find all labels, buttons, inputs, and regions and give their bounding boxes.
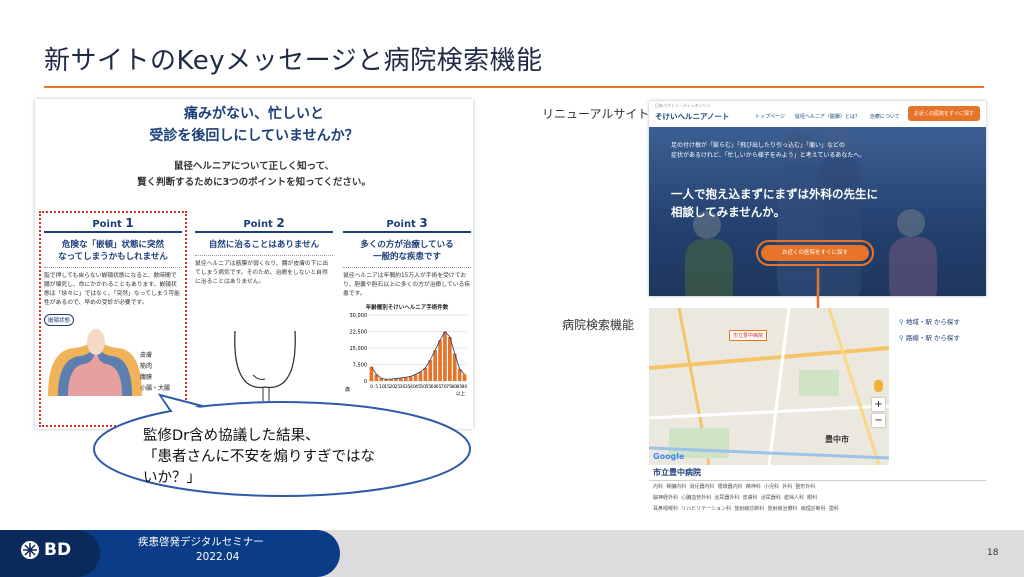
age-chart: 30,00022,50015,0007,50000 5 10 15 20 25 30 35 40… [345, 313, 468, 397]
hospital-map[interactable]: 市立豊中病院 豊中市 Google + − [649, 308, 889, 465]
zoom-out-button[interactable]: − [872, 414, 885, 427]
point-2-body: 鼠径ヘルニアは筋膜が弱くなり、腸が皮膚の下に出てしまう病気です。そのため、治療を… [195, 261, 329, 285]
site-header: 日本ベクトン・ディッキンソン そけいヘルニアノート トップページ 鼠径ヘルニア（… [649, 101, 986, 127]
train-icon: ⚲ [899, 334, 904, 342]
age-bar [428, 360, 433, 381]
bd-logo-text: BD [44, 540, 72, 560]
dept-row-2: 脳神経外科 心臓血管外科 泌尿器外科 皮膚科 泌尿器科 産婦人科 眼科 [653, 495, 818, 501]
search-option-line[interactable]: ⚲ 路線・駅 から探す [899, 330, 960, 346]
y-tick-label: 0 [364, 379, 367, 385]
map-city-label: 豊中市 [825, 435, 849, 444]
pegman-icon[interactable] [874, 380, 883, 392]
pin-icon: ⚲ [899, 318, 904, 326]
x-tick-label: 90 [462, 384, 468, 390]
site-nav: トップページ 鼠径ヘルニア（脱腸）とは？ 治療について [755, 113, 900, 120]
nav-treatment[interactable]: 治療について [870, 113, 900, 120]
y-tick-label: 30,000 [350, 313, 368, 319]
search-options: ⚲ 地域・駅 から探す ⚲ 路線・駅 から探す [899, 314, 960, 346]
bd-logo: BD [20, 540, 71, 560]
site-logo[interactable]: そけいヘルニアノート [655, 111, 729, 122]
dept-row-3: 耳鼻咽喉科 リハビリテーション科 放射線診断科 放射線治療科 病理診断科 歯科 [653, 506, 839, 512]
hospital-info-card: 市立豊中病院 内科 腎臓内科 消化器内科 循環器内科 精神科 小児科 外科 整形… [649, 465, 986, 519]
header-cta-button[interactable]: お近くの医院をすぐに探す [907, 106, 980, 121]
map-station-pin[interactable]: 市立豊中病院 [729, 330, 768, 341]
point-2: Point 2 自然に治ることはありません 鼠径ヘルニアは筋膜が弱くなり、腸が皮… [195, 215, 333, 401]
dept-row-1: 内科 腎臓内科 消化器内科 循環器内科 精神科 小児科 外科 整形外科 [653, 484, 816, 490]
y-tick-label: 22,500 [350, 330, 368, 336]
callout-line-3: いか？」 [143, 470, 201, 486]
x-tick-label: 5 [375, 384, 378, 390]
diagram-layers: 皮膚 筋肉 腹膜 小腸・大腸 [140, 352, 171, 392]
footer-seminar-name: 疾患啓発デジタルセミナー [138, 536, 264, 548]
age-chart-title: 年齢層別そけいヘルニア手術件数 [365, 305, 449, 311]
point-1-tab: Point 1 [44, 215, 182, 233]
renewal-site-screenshot: 日本ベクトン・ディッキンソン そけいヘルニアノート トップページ 鼠径ヘルニア（… [649, 101, 986, 296]
map-roads [649, 308, 889, 465]
hero-intro: 足の付け根が「膨らむ」「飛び出したり引っ込む」「痛い」などの 症状があるけれど、「… [671, 142, 866, 159]
slide-title: 新サイトのKeyメッセージと病院検索機能 [44, 46, 543, 76]
age-bar [448, 337, 452, 381]
leaflet-sub-1: 鼠径ヘルニアについて正しく知って、 [173, 161, 335, 172]
point-3: Point 3 多くの方が治療している 一般的な疾患です 鼠径ヘルニアは年間約15… [343, 215, 471, 403]
title-underline [44, 86, 984, 88]
leaflet-headline-1: 痛みがない、忙しいと [184, 106, 324, 122]
age-bar [423, 367, 428, 381]
y-tick-label: 15,000 [350, 346, 368, 352]
age-bar [433, 350, 437, 381]
point-3-tab: Point 3 [343, 215, 471, 233]
callout-text: 監修Dr含め協議した結果、 「患者さんに不安を煽りすぎではな いか？」 [143, 426, 453, 489]
footer-date: 2022.04 [196, 551, 240, 563]
leaflet-headline-2: 受診を後回しにしていませんか？ [149, 128, 359, 144]
point-2-heading: 自然に治ることはありません [195, 239, 333, 256]
google-logo: Google [653, 452, 685, 461]
point-1: Point 1 危険な「嵌頓」状態に突然 なってしまうかもしれません 脂で押しても… [44, 215, 182, 396]
hospital-name[interactable]: 市立豊中病院 [649, 465, 986, 481]
bd-logo-icon [21, 541, 39, 559]
point-3-heading: 多くの方が治療している 一般的な疾患です [343, 239, 471, 268]
point-1-body: 脂で押しても戻らない嵌頓状態になると、数時間で腸が壊死し、命にかかわることもあり… [44, 273, 180, 306]
age-bar [443, 331, 447, 381]
footer-seminar: 疾患啓発デジタルセミナー 2022.04 [138, 535, 264, 565]
age-bar [462, 374, 467, 381]
search-option-area[interactable]: ⚲ 地域・駅 から探す [899, 314, 960, 330]
diagram-illustration [48, 328, 142, 396]
hero-message: 一人で抱え込まずにまずは外科の先生に 相談してみませんか。 [671, 187, 878, 219]
nav-top[interactable]: トップページ [755, 113, 785, 120]
page-number: 18 [987, 548, 999, 558]
leaflet-image: 痛みがない、忙しいと 受診を後回しにしていませんか？ 鼠径ヘルニアについて正しく… [35, 99, 473, 429]
point-2-tab: Point 2 [195, 215, 333, 233]
age-bar [408, 376, 413, 381]
age-bar [438, 340, 442, 381]
hospital-search-label: 病院検索機能 [562, 318, 635, 332]
leaflet-sub-2: 賢く判断するために3つのポイントを知ってください。 [137, 177, 371, 188]
zoom-in-button[interactable]: + [872, 398, 885, 411]
hero-cta-button[interactable]: お近くの医院をすぐに探す [756, 240, 874, 266]
point-1-heading: 危険な「嵌頓」状態に突然 なってしまうかもしれません [44, 239, 182, 268]
age-bar [413, 374, 418, 381]
x-tick-label: 0 [370, 384, 373, 390]
point-3-body: 鼠径ヘルニアは年間約15万人が手術を受けており、胆嚢や胆石以上に多くの方が治療し… [343, 273, 471, 297]
renewal-site-label: リニューアルサイト [542, 107, 650, 121]
callout-line-1: 監修Dr含め協議した結果、 [143, 428, 320, 444]
incarceration-diagram: 嵌頓状態 皮膚 筋肉 腹膜 小腸・大腸 [44, 314, 182, 396]
age-bar [418, 371, 423, 381]
callout-line-2: 「患者さんに不安を煽りすぎではな [143, 449, 375, 465]
nav-what[interactable]: 鼠径ヘルニア（脱腸）とは？ [795, 113, 860, 120]
y-tick-label: 7,500 [353, 363, 367, 369]
